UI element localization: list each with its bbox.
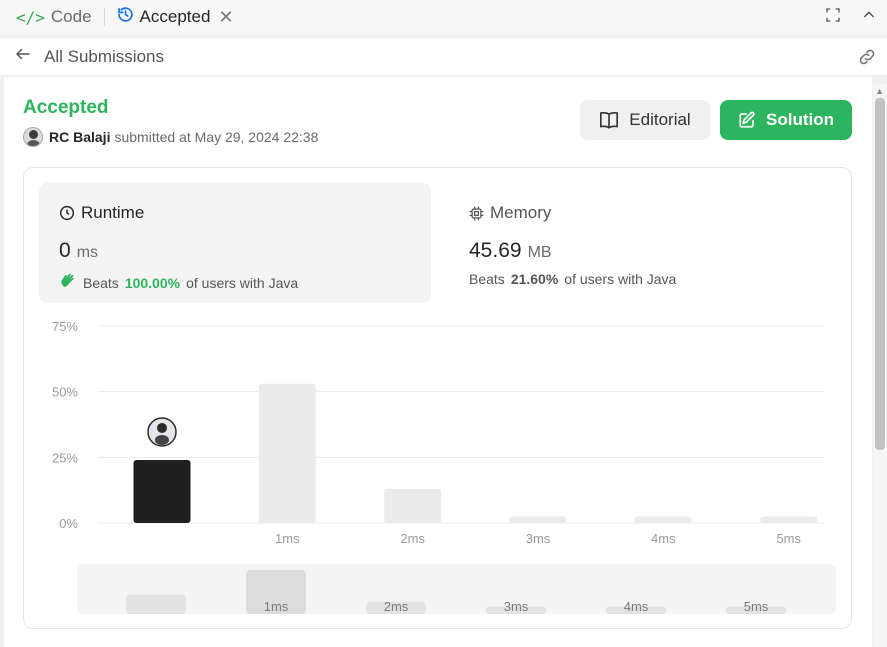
chart-bar[interactable] bbox=[509, 516, 567, 523]
runtime-stat[interactable]: Runtime 0 ms Beats 100.00% of users with … bbox=[39, 183, 431, 303]
runtime-distribution-chart: 0% 25% 50% 75% 1ms 2ms 3ms 4ms 5ms bbox=[24, 316, 853, 556]
scrollbar-thumb[interactable] bbox=[875, 98, 885, 450]
tab-bar: </> Code Accepted ✕ bbox=[0, 0, 887, 34]
x-tick-label: 4ms bbox=[651, 531, 676, 546]
tab-actions bbox=[825, 0, 887, 34]
chart-bar[interactable] bbox=[258, 383, 316, 523]
submission-meta: RC Balaji submitted at May 29, 2024 22:3… bbox=[23, 127, 318, 147]
avatar[interactable] bbox=[23, 127, 43, 147]
overview-svg: 1ms 2ms 3ms 4ms 5ms bbox=[126, 570, 786, 614]
tab-code[interactable]: </> Code bbox=[8, 0, 100, 34]
x-tick-label: 1ms bbox=[275, 531, 300, 546]
chevron-up-icon[interactable] bbox=[861, 7, 877, 28]
memory-value: 45.69 MB bbox=[469, 239, 552, 262]
submitted-time: submitted at May 29, 2024 22:38 bbox=[114, 129, 319, 145]
chip-icon bbox=[469, 206, 484, 220]
tab-accepted[interactable]: Accepted ✕ bbox=[109, 0, 242, 34]
overview-label: 1ms bbox=[264, 599, 289, 614]
chart-bar[interactable] bbox=[634, 516, 692, 523]
x-tick-label: 2ms bbox=[400, 531, 425, 546]
edit-icon bbox=[739, 111, 755, 128]
memory-title: Memory bbox=[469, 203, 551, 223]
overview-label: 2ms bbox=[384, 599, 409, 614]
performance-card: Runtime 0 ms Beats 100.00% of users with … bbox=[23, 167, 852, 629]
tab-code-label: Code bbox=[50, 7, 92, 26]
user-name[interactable]: RC Balaji bbox=[49, 129, 110, 145]
x-tick-label: 5ms bbox=[776, 531, 801, 546]
y-tick-label: 75% bbox=[52, 319, 78, 334]
clock-icon bbox=[59, 205, 75, 221]
editorial-label: Editorial bbox=[629, 110, 691, 129]
scroll-up-icon[interactable]: ▲ bbox=[875, 86, 884, 96]
arrow-left-icon[interactable] bbox=[14, 45, 32, 68]
solution-button[interactable]: Solution bbox=[720, 100, 852, 140]
close-icon[interactable]: ✕ bbox=[218, 7, 233, 28]
submission-header: All Submissions bbox=[0, 38, 887, 76]
tab-accepted-label: Accepted bbox=[139, 7, 211, 26]
overview-label: 5ms bbox=[744, 599, 769, 614]
x-tick-label: 3ms bbox=[526, 531, 551, 546]
memory-beats: Beats 21.60% of users with Java bbox=[469, 271, 677, 287]
overview-label: 3ms bbox=[504, 599, 529, 614]
user-avatar-marker[interactable] bbox=[147, 417, 177, 447]
overview-label: 4ms bbox=[624, 599, 649, 614]
chart-bar[interactable] bbox=[384, 488, 442, 523]
memory-stat[interactable]: Memory 45.69 MB Beats 21.60% of users wit… bbox=[449, 183, 839, 303]
tab-separator bbox=[103, 8, 105, 26]
chart-bar[interactable] bbox=[760, 516, 818, 523]
link-icon[interactable] bbox=[857, 47, 877, 72]
editorial-button[interactable]: Editorial bbox=[580, 100, 710, 140]
fullscreen-icon[interactable] bbox=[825, 7, 841, 28]
runtime-beats: Beats 100.00% of users with Java bbox=[59, 271, 298, 294]
code-icon: </> bbox=[16, 7, 45, 27]
clap-icon bbox=[59, 271, 77, 294]
runtime-value: 0 ms bbox=[59, 239, 99, 262]
submission-status: Accepted bbox=[23, 97, 109, 118]
overview-bar bbox=[126, 594, 186, 614]
chart-bar-user[interactable] bbox=[133, 459, 191, 523]
solution-label: Solution bbox=[766, 110, 834, 129]
chart-overview-strip[interactable]: 1ms 2ms 3ms 4ms 5ms bbox=[77, 564, 836, 614]
all-submissions-link[interactable]: All Submissions bbox=[44, 47, 164, 67]
submission-panel: Accepted RC Balaji submitted at May 29, … bbox=[4, 77, 872, 647]
history-icon bbox=[117, 6, 134, 28]
runtime-chart-svg: 0% 25% 50% 75% 1ms 2ms 3ms 4ms 5ms bbox=[52, 319, 824, 546]
runtime-title: Runtime bbox=[59, 203, 144, 223]
book-icon bbox=[600, 112, 619, 129]
y-tick-label: 0% bbox=[59, 516, 78, 531]
y-tick-label: 25% bbox=[52, 450, 78, 465]
y-tick-label: 50% bbox=[52, 385, 78, 400]
